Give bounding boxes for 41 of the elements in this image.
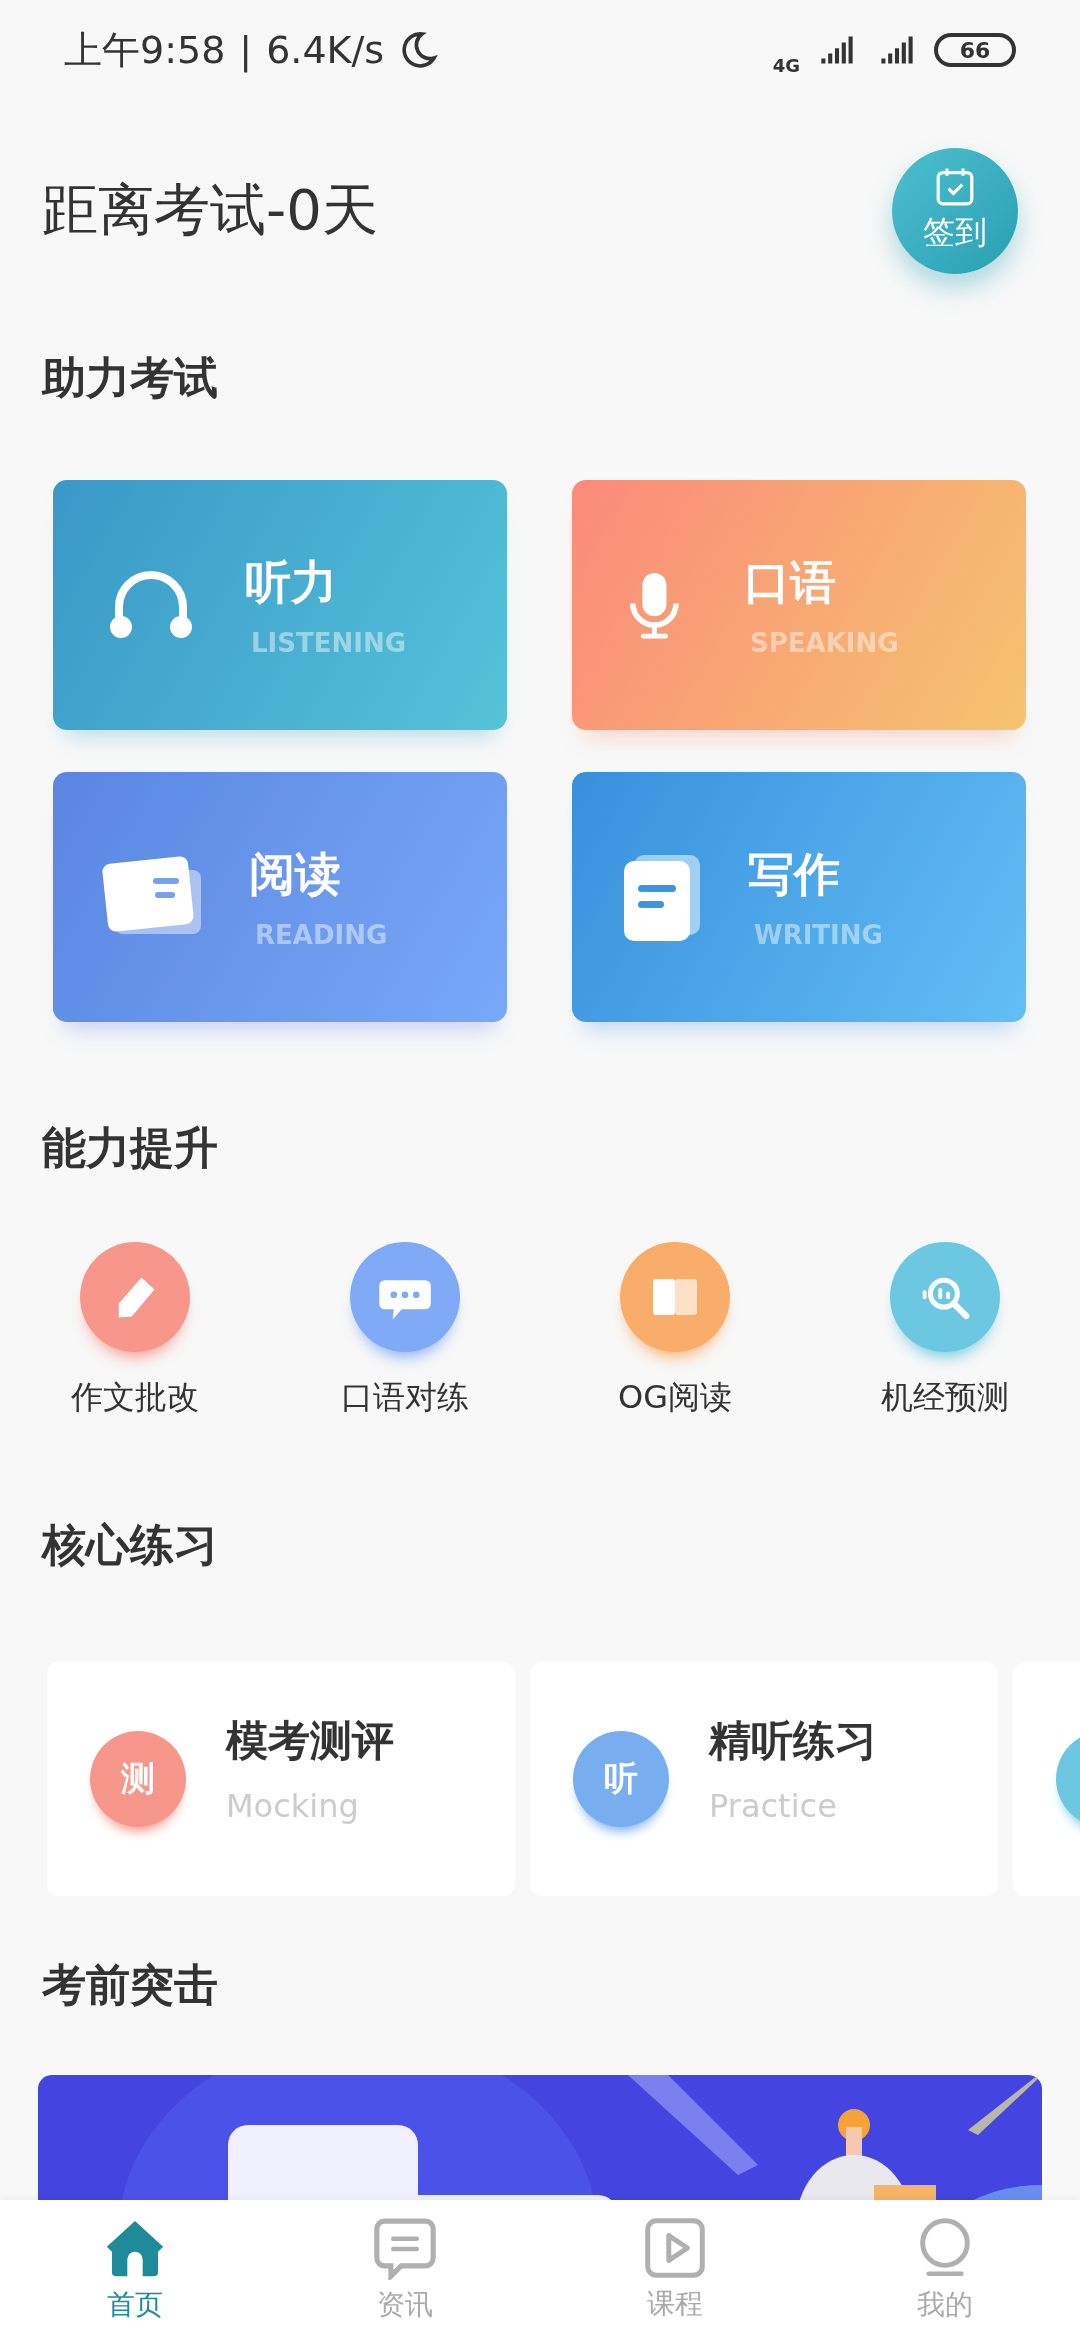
- nav-tab[interactable]: 首页: [0, 2200, 270, 2340]
- feature-button[interactable]: [620, 1242, 730, 1352]
- feature-label: 作文批改: [71, 1377, 199, 1418]
- feature-button[interactable]: [80, 1242, 190, 1352]
- nav-tab[interactable]: 课程: [540, 2200, 810, 2340]
- nav-tab[interactable]: 我的: [810, 2200, 1080, 2340]
- skill-subtitle: LISTENING: [251, 628, 406, 658]
- chat-icon: [373, 2216, 437, 2280]
- exam-countdown: 距离考试-0天: [42, 176, 378, 244]
- checkin-button[interactable]: 签到: [892, 148, 1018, 274]
- feature-button[interactable]: [890, 1242, 1000, 1352]
- battery-level: 66: [934, 33, 1016, 67]
- feature-label: 口语对练: [341, 1377, 469, 1418]
- network-type: 4G: [772, 54, 800, 76]
- status-time: 上午9:58: [64, 26, 226, 74]
- skill-card[interactable]: 口语 SPEAKING: [572, 480, 1026, 730]
- skill-subtitle: WRITING: [754, 920, 883, 950]
- skill-title: 阅读: [249, 846, 342, 903]
- practice-title: 精听练习: [709, 1715, 877, 1767]
- section-title: 核心练习: [42, 1518, 219, 1572]
- section-title: 考前突击: [42, 1958, 219, 2012]
- skill-title: 写作: [748, 846, 841, 903]
- play-icon: [644, 2217, 706, 2279]
- skill-card[interactable]: 写作 WRITING: [572, 772, 1026, 1022]
- skill-card[interactable]: 听力 LISTENING: [53, 480, 507, 730]
- practice-badge: 听: [573, 1731, 669, 1827]
- practice-title: 模考测评: [226, 1715, 394, 1767]
- status-separator: |: [239, 28, 253, 72]
- nav-tab[interactable]: 资讯: [270, 2200, 540, 2340]
- feature-label: 机经预测: [881, 1377, 1009, 1418]
- network-speed: 6.4K/s: [266, 28, 385, 72]
- skill-title: 听力: [245, 554, 338, 611]
- practice-badge: 测: [90, 1731, 186, 1827]
- skill-subtitle: READING: [255, 920, 388, 950]
- feature-label: OG阅读: [618, 1377, 732, 1418]
- section-title: 能力提升: [42, 1121, 219, 1175]
- skill-subtitle: SPEAKING: [750, 628, 899, 658]
- skill-title: 口语: [744, 554, 837, 611]
- feature-button[interactable]: [350, 1242, 460, 1352]
- section-title: 助力考试: [42, 351, 219, 405]
- skill-card[interactable]: 阅读 READING: [53, 772, 507, 1022]
